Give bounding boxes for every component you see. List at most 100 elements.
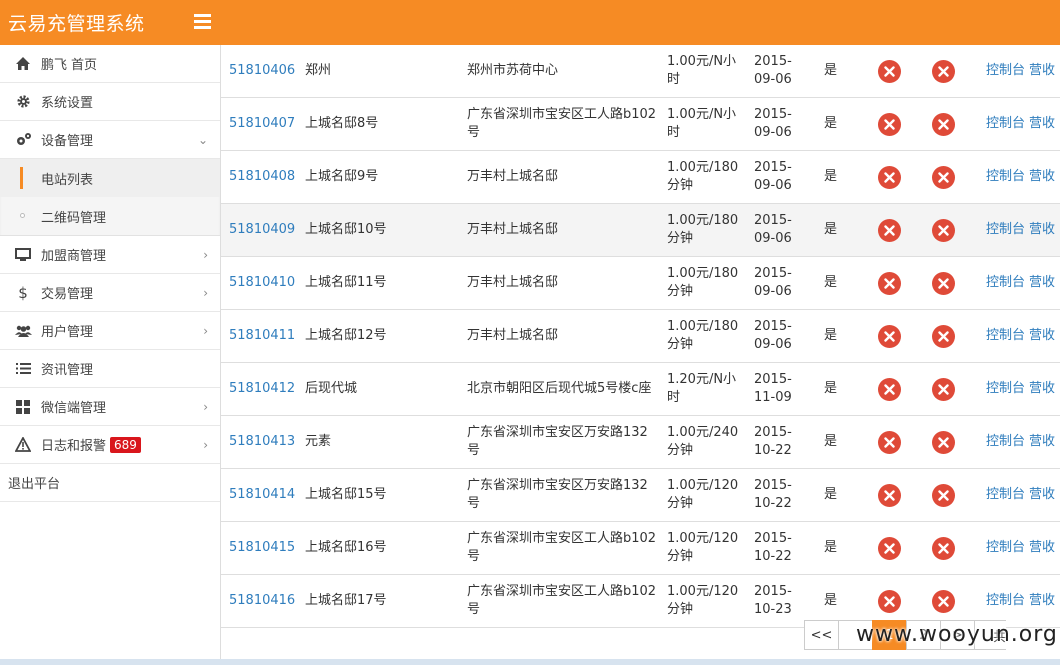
bullet-icon <box>20 213 25 218</box>
hamburger-menu-icon[interactable] <box>194 14 211 30</box>
table-row: 51810411 上城名邸12号 万丰村上城名邸 1.00元/180分钟 2015-09… <box>221 310 1060 363</box>
revenue-link[interactable]: 营收 <box>1029 115 1055 133</box>
station-id-link[interactable]: 51810407 <box>229 98 295 150</box>
sidebar-item-label: 日志和报警 <box>41 439 107 454</box>
station-date: 2015-09-06 <box>754 319 792 352</box>
console-link[interactable]: 控制台 <box>986 274 1025 292</box>
station-id-link[interactable]: 51810413 <box>229 416 295 468</box>
console-link[interactable]: 控制台 <box>986 592 1025 610</box>
close-circle-icon[interactable] <box>878 112 901 136</box>
close-circle-icon[interactable] <box>932 324 955 348</box>
sidebar-item-label: 交易管理 <box>41 287 94 302</box>
station-date: 2015-09-06 <box>754 107 792 140</box>
console-link[interactable]: 控制台 <box>986 115 1025 133</box>
close-circle-icon[interactable] <box>932 483 955 507</box>
revenue-link[interactable]: 营收 <box>1029 62 1055 80</box>
console-link[interactable]: 控制台 <box>986 327 1025 345</box>
revenue-link[interactable]: 营收 <box>1029 380 1055 398</box>
close-circle-icon[interactable] <box>878 218 901 242</box>
close-circle-icon[interactable] <box>878 165 901 189</box>
console-link[interactable]: 控制台 <box>986 168 1025 186</box>
sidebar-subitem-qrcode[interactable]: 二维码管理 <box>0 197 220 235</box>
sidebar-item-label: 设备管理 <box>41 134 94 149</box>
close-circle-icon[interactable] <box>878 483 901 507</box>
station-status: 是 <box>824 222 838 237</box>
revenue-link[interactable]: 营收 <box>1029 592 1055 610</box>
revenue-link[interactable]: 营收 <box>1029 274 1055 292</box>
row-actions: 控制台 营收 <box>986 45 1059 97</box>
sidebar-item-franchisee[interactable]: 加盟商管理 › <box>0 236 220 274</box>
revenue-link[interactable]: 营收 <box>1029 168 1055 186</box>
sidebar-subitem-station-list[interactable]: 电站列表 <box>0 159 220 197</box>
station-price: 1.00元/N小时 <box>667 54 737 87</box>
console-link[interactable]: 控制台 <box>986 539 1025 557</box>
sidebar-item-news[interactable]: 资讯管理 <box>0 350 220 388</box>
station-address: 万丰村上城名邸 <box>467 275 559 290</box>
revenue-link[interactable]: 营收 <box>1029 486 1055 504</box>
close-circle-icon[interactable] <box>932 589 955 613</box>
station-price: 1.00元/180分钟 <box>667 266 739 299</box>
sidebar-item-wechat[interactable]: 微信端管理 › <box>0 388 220 426</box>
console-link[interactable]: 控制台 <box>986 221 1025 239</box>
station-id-link[interactable]: 51810410 <box>229 257 295 309</box>
station-id-link[interactable]: 51810415 <box>229 522 295 574</box>
sidebar-item-users[interactable]: 用户管理 › <box>0 312 220 350</box>
table-row: 51810413 元素 广东省深圳市宝安区万安路132号 1.00元/240分钟 201… <box>221 416 1060 469</box>
warning-icon <box>14 437 32 453</box>
close-circle-icon[interactable] <box>932 536 955 560</box>
close-circle-icon[interactable] <box>932 430 955 454</box>
close-circle-icon[interactable] <box>878 324 901 348</box>
close-circle-icon[interactable] <box>932 218 955 242</box>
sidebar-item-label: 系统设置 <box>41 96 94 111</box>
sidebar-item-system-settings[interactable]: 系统设置 <box>0 83 220 121</box>
close-circle-icon[interactable] <box>932 271 955 295</box>
revenue-link[interactable]: 营收 <box>1029 221 1055 239</box>
close-circle-icon[interactable] <box>878 59 901 83</box>
alert-count-badge: 689 <box>110 436 141 453</box>
station-id-link[interactable]: 51810414 <box>229 469 295 521</box>
table-row: 51810408 上城名邸9号 万丰村上城名邸 1.00元/180分钟 2015-09-… <box>221 151 1060 204</box>
station-id-link[interactable]: 51810408 <box>229 151 295 203</box>
station-name: 上城名邸16号 <box>305 540 387 555</box>
console-link[interactable]: 控制台 <box>986 433 1025 451</box>
row-actions: 控制台 营收 <box>986 257 1059 309</box>
sidebar-item-label: 加盟商管理 <box>41 249 107 264</box>
sidebar-item-device-management[interactable]: 设备管理 ⌄ <box>0 121 220 159</box>
close-circle-icon[interactable] <box>878 271 901 295</box>
console-link[interactable]: 控制台 <box>986 380 1025 398</box>
sidebar-item-transactions[interactable]: $ 交易管理 › <box>0 274 220 312</box>
close-circle-icon[interactable] <box>878 430 901 454</box>
close-circle-icon[interactable] <box>932 59 955 83</box>
logout-link[interactable]: 退出平台 <box>0 464 220 502</box>
revenue-link[interactable]: 营收 <box>1029 327 1055 345</box>
close-circle-icon[interactable] <box>878 589 901 613</box>
close-circle-icon[interactable] <box>932 112 955 136</box>
close-circle-icon[interactable] <box>878 536 901 560</box>
status-cell <box>932 469 955 521</box>
station-id-link[interactable]: 51810416 <box>229 575 295 627</box>
station-date: 2015-09-06 <box>754 54 792 87</box>
station-address: 万丰村上城名邸 <box>467 328 559 343</box>
status-cell <box>878 363 901 415</box>
revenue-link[interactable]: 营收 <box>1029 433 1055 451</box>
row-actions: 控制台 营收 <box>986 151 1059 203</box>
console-link[interactable]: 控制台 <box>986 62 1025 80</box>
sidebar-item-logs-alerts[interactable]: 日志和报警 689 › <box>0 426 220 464</box>
console-link[interactable]: 控制台 <box>986 486 1025 504</box>
close-circle-icon[interactable] <box>932 165 955 189</box>
station-id-link[interactable]: 51810412 <box>229 363 295 415</box>
close-circle-icon[interactable] <box>932 377 955 401</box>
station-id-link[interactable]: 51810411 <box>229 310 295 362</box>
page-prev-button[interactable]: << <box>804 620 839 650</box>
station-name: 上城名邸12号 <box>305 328 387 343</box>
watermark: www.wooyun.org <box>856 622 1058 647</box>
revenue-link[interactable]: 营收 <box>1029 539 1055 557</box>
window-bottom-edge <box>0 659 1060 665</box>
close-circle-icon[interactable] <box>878 377 901 401</box>
station-id-link[interactable]: 51810406 <box>229 45 295 97</box>
station-address: 广东省深圳市宝安区工人路b102号 <box>467 531 657 564</box>
station-date: 2015-09-06 <box>754 213 792 246</box>
station-address: 广东省深圳市宝安区万安路132号 <box>467 425 648 458</box>
sidebar-item-home[interactable]: 鹏飞 首页 <box>0 45 220 83</box>
station-id-link[interactable]: 51810409 <box>229 204 295 256</box>
